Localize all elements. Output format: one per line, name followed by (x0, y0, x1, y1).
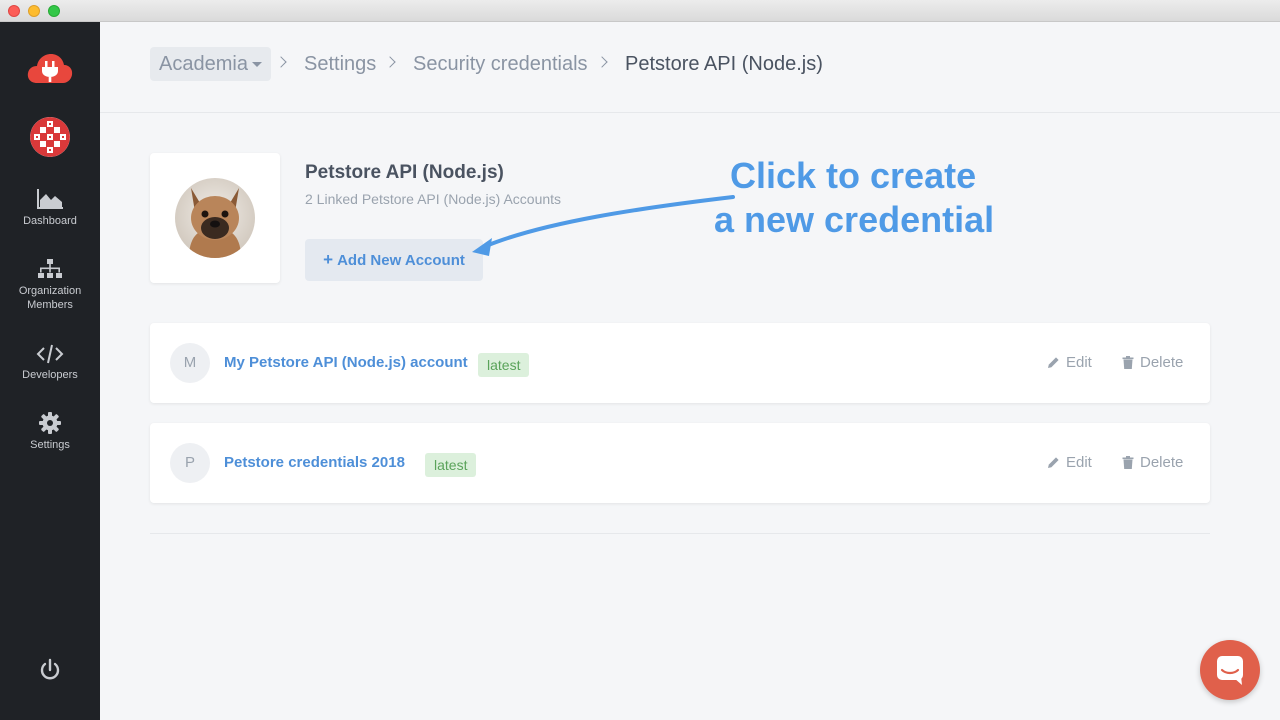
breadcrumb-security-credentials[interactable]: Security credentials (413, 51, 588, 77)
sidebar-item-label: Organization Members (18, 285, 82, 311)
latest-badge: latest (425, 453, 477, 477)
credential-name-link[interactable]: My Petstore API (Node.js) account (224, 354, 468, 371)
pencil-icon (1048, 357, 1059, 368)
organization-avatar[interactable] (30, 117, 70, 157)
trash-icon (1122, 356, 1134, 369)
annotation-line-2: a new credential (714, 199, 995, 240)
linked-accounts-count: 2 Linked Petstore API (Node.js) Accounts (305, 191, 562, 207)
credential-name-link[interactable]: Petstore credentials 2018 (224, 454, 405, 471)
section-divider (150, 533, 1210, 534)
code-icon (36, 344, 64, 364)
credential-initial-avatar: P (170, 443, 210, 483)
delete-label: Delete (1140, 354, 1184, 371)
breadcrumb-settings[interactable]: Settings (304, 51, 376, 77)
sidebar-item-dashboard[interactable]: Dashboard (0, 188, 100, 228)
chevron-right-icon (596, 56, 608, 68)
annotation-line-1: Click to create (730, 155, 977, 196)
add-new-account-label: Add New Account (337, 252, 465, 269)
api-title: Petstore API (Node.js) (305, 162, 504, 183)
organization-dropdown[interactable]: Academia (150, 47, 271, 81)
chat-bubble-icon[interactable] (1200, 640, 1260, 700)
edit-label: Edit (1066, 454, 1092, 471)
breadcrumb-current-page: Petstore API (Node.js) (625, 53, 823, 75)
gear-icon (39, 412, 61, 434)
credential-initial-avatar: M (170, 343, 210, 383)
delete-button[interactable]: Delete (1122, 454, 1183, 471)
minimize-window-button[interactable] (28, 5, 40, 17)
sidebar-item-label: Settings (30, 439, 70, 451)
delete-label: Delete (1140, 454, 1184, 471)
chevron-right-icon (275, 56, 287, 68)
latest-badge: latest (478, 353, 530, 377)
add-new-account-button[interactable]: + Add New Account (305, 239, 483, 281)
sidebar-item-settings[interactable]: Settings (0, 412, 100, 452)
cloud-plug-logo-icon[interactable] (27, 52, 73, 84)
sidebar-item-label: Developers (22, 369, 78, 381)
caret-down-icon (251, 62, 262, 68)
api-logo-card (150, 153, 280, 283)
edit-label: Edit (1066, 354, 1092, 371)
power-icon[interactable] (38, 658, 62, 682)
sidebar-item-developers[interactable]: Developers (0, 344, 100, 382)
plus-icon: + (323, 250, 334, 269)
close-window-button[interactable] (8, 5, 20, 17)
maximize-window-button[interactable] (48, 5, 60, 17)
chart-area-icon (37, 189, 63, 209)
credential-row: P Petstore credentials 2018 latest Edit … (150, 423, 1210, 503)
chevron-right-icon (384, 56, 396, 68)
delete-button[interactable]: Delete (1122, 354, 1183, 371)
api-avatar-dog-image (175, 178, 255, 258)
breadcrumb: Academia Settings Security credentials P… (100, 22, 1280, 113)
edit-button[interactable]: Edit (1047, 454, 1092, 471)
sidebar-item-label: Dashboard (23, 215, 77, 227)
sidebar-item-organization-members[interactable]: Organization Members (0, 258, 100, 312)
organization-dropdown-label: Academia (159, 53, 248, 75)
sitemap-icon (38, 259, 62, 278)
trash-icon (1122, 456, 1134, 469)
credential-row: M My Petstore API (Node.js) account late… (150, 323, 1210, 403)
window-titlebar (0, 0, 1280, 22)
pencil-icon (1048, 457, 1059, 468)
sidebar: Dashboard Organization Members Developer… (0, 22, 100, 720)
edit-button[interactable]: Edit (1047, 354, 1092, 371)
